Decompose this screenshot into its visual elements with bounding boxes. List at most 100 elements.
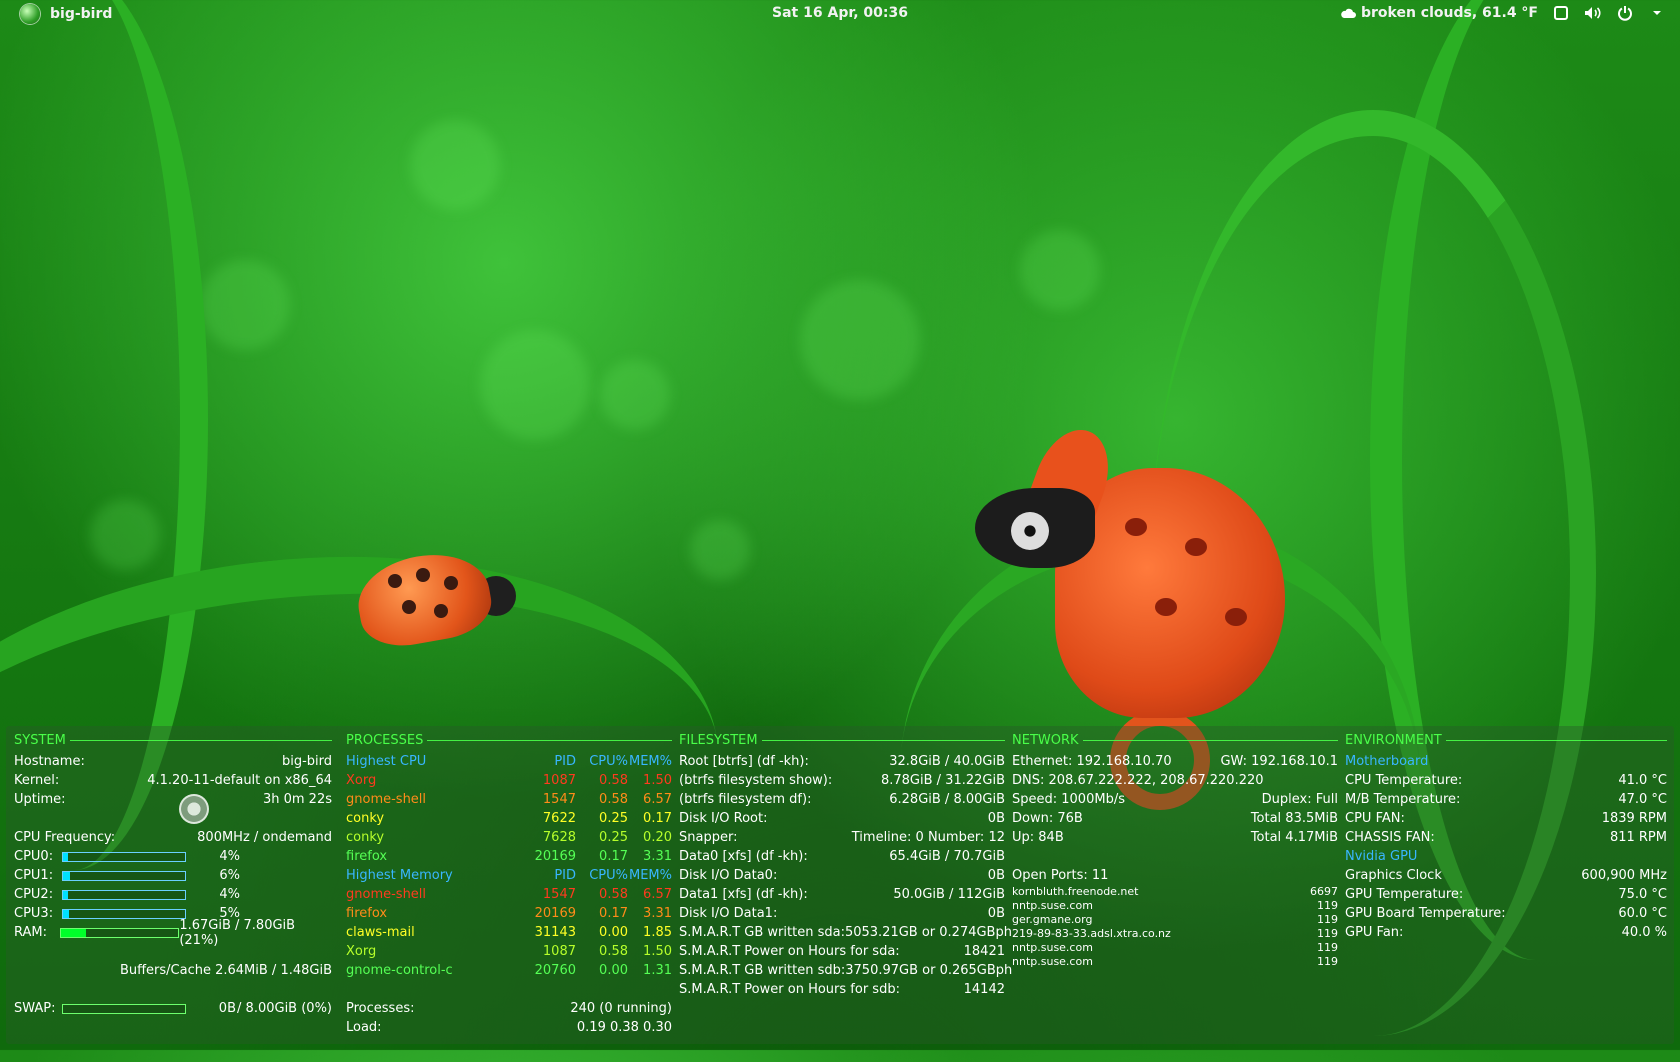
open-port-row: nntp.suse.com 119	[1012, 955, 1338, 969]
filesystem-row-label: S.M.A.R.T Power on Hours for sdb:	[679, 982, 900, 997]
cpu-bar	[62, 851, 186, 862]
filesystem-row-label: (btrfs filesystem show):	[679, 773, 833, 788]
process-name: firefox	[346, 849, 388, 864]
port-number: 119	[1317, 941, 1338, 954]
load-label: Load:	[346, 1020, 382, 1035]
process-mem: 3.31	[643, 906, 672, 921]
filesystem-row-label: S.M.A.R.T Power on Hours for sda:	[679, 944, 900, 959]
duplex: Duplex: Full	[1261, 792, 1338, 807]
gateway: GW: 192.168.10.1	[1220, 754, 1338, 769]
hostname-value: big-bird	[281, 754, 332, 769]
process-cpu: 0.25	[599, 811, 628, 826]
power-icon[interactable]	[1616, 4, 1634, 22]
process-mem: 0.17	[643, 811, 672, 826]
gpu-row-label: GPU Board Temperature:	[1345, 906, 1506, 921]
gpu-row-label: GPU Fan:	[1345, 925, 1404, 940]
filesystem-row-value: 3750.97GB or 0.265GBph	[845, 963, 1013, 978]
filesystem-row: Root [btrfs] (df -kh): 32.8GiB / 40.0GiB	[679, 752, 1005, 771]
filesystem-row-label: S.M.A.R.T GB written sda:	[679, 925, 845, 940]
clock[interactable]: Sat 16 Apr, 00:36	[772, 5, 908, 21]
process-cpu: 0.00	[599, 963, 628, 978]
ram-value: 1.67GiB / 7.80GiB (21%)	[179, 917, 296, 948]
section-title: PROCESSES	[346, 732, 424, 748]
cpu-bar	[62, 889, 186, 900]
process-row: Xorg 1087 0.58 1.50	[346, 942, 672, 961]
process-cpu: 0.58	[599, 944, 628, 959]
chevron-down-icon[interactable]	[1648, 4, 1666, 22]
swap-used: 0B	[218, 1001, 236, 1016]
section-title: FILESYSTEM	[679, 732, 758, 748]
open-port-row: nntp.suse.com 119	[1012, 899, 1338, 913]
process-cpu: 0.58	[599, 773, 628, 788]
window-icon[interactable]	[1552, 4, 1570, 22]
open-port-row: ger.gmane.org 119	[1012, 913, 1338, 927]
filesystem-row: (btrfs filesystem show): 8.78GiB / 31.22G…	[679, 771, 1005, 790]
filesystem-row-label: Snapper:	[679, 830, 738, 845]
port-host: ger.gmane.org	[1012, 913, 1093, 926]
process-mem: 1.50	[643, 773, 672, 788]
filesystem-row: Data0 [xfs] (df -kh): 65.4GiB / 70.7GiB	[679, 847, 1005, 866]
process-mem: 0.20	[643, 830, 672, 845]
process-name: claws-mail	[346, 925, 415, 940]
swap-bar	[62, 1003, 186, 1014]
gpu-row-value: 75.0 °C	[1618, 887, 1667, 902]
open-port-row: nntp.suse.com 119	[1012, 941, 1338, 955]
process-cpu: 0.17	[599, 906, 628, 921]
gpu-row-value: 40.0 %	[1621, 925, 1667, 940]
filesystem-row-value: 14142	[963, 982, 1005, 997]
port-number: 119	[1317, 913, 1338, 926]
activities-area[interactable]: big-bird	[20, 4, 112, 24]
motherboard-row-label: CPU Temperature:	[1345, 773, 1463, 788]
conky-panel: SYSTEM Hostname: big-bird Kernel: 4.1.20-1…	[6, 726, 1674, 1044]
weather-indicator[interactable]: broken clouds, 61.4 °F	[1339, 4, 1538, 22]
filesystem-row: Disk I/O Data0: 0B	[679, 866, 1005, 885]
process-row: conky 7628 0.25 0.20	[346, 828, 672, 847]
uptime-label: Uptime:	[14, 792, 66, 807]
filesystem-row-label: Data1 [xfs] (df -kh):	[679, 887, 808, 902]
gpu-row-value: 60.0 °C	[1618, 906, 1667, 921]
filesystem-row-value: 5053.21GB or 0.274GBph	[844, 925, 1012, 940]
mem-table-header: Highest Memory PID CPU% MEM%	[346, 868, 672, 883]
buffers-cache: Buffers/Cache 2.64MiB / 1.48GiB	[119, 963, 332, 978]
uptime-value: 3h 0m 22s	[262, 792, 332, 807]
process-name: gnome-shell	[346, 792, 427, 807]
process-name: gnome-control-c	[346, 963, 453, 978]
processes-section: PROCESSES Highest CPU PID CPU% MEM% Xorg…	[346, 732, 672, 1037]
ladybug-image	[351, 545, 516, 653]
cpu-frequency-value: 800MHz / ondemand	[197, 830, 332, 845]
filesystem-row-value: 6.28GiB / 8.00GiB	[889, 792, 1005, 807]
system-section: SYSTEM Hostname: big-bird Kernel: 4.1.20-1…	[14, 732, 332, 1018]
filesystem-row: Snapper: Timeline: 0 Number: 12	[679, 828, 1005, 847]
filesystem-row-value: 32.8GiB / 40.0GiB	[889, 754, 1005, 769]
motherboard-title: Motherboard	[1345, 754, 1429, 769]
filesystem-row-label: (btrfs filesystem df):	[679, 792, 812, 807]
filesystem-row-label: S.M.A.R.T GB written sdb:	[679, 963, 846, 978]
cpu1-row: CPU1: 6%	[14, 868, 240, 883]
process-name: firefox	[346, 906, 388, 921]
process-cpu: 0.25	[599, 830, 628, 845]
opensuse-logo-icon[interactable]	[20, 4, 40, 24]
process-pid: 1547	[542, 792, 576, 807]
motherboard-row-label: CPU FAN:	[1345, 811, 1405, 826]
motherboard-row-label: CHASSIS FAN:	[1345, 830, 1435, 845]
gpu-row-label: Graphics Clock	[1345, 868, 1442, 883]
filesystem-row-value: 0B	[987, 906, 1005, 921]
ram-row: RAM: 1.67GiB / 7.80GiB (21%)	[14, 918, 332, 948]
environment-section: ENVIRONMENT Motherboard CPU Temperature:…	[1345, 732, 1667, 942]
dns: DNS: 208.67.222.222, 208.67.220.220	[1012, 773, 1264, 788]
volume-icon[interactable]	[1584, 4, 1602, 22]
process-name: conky	[346, 830, 385, 845]
filesystem-row: (btrfs filesystem df): 6.28GiB / 8.00GiB	[679, 790, 1005, 809]
cpu-bar	[62, 908, 186, 919]
filesystem-row-value: 18421	[963, 944, 1005, 959]
process-pid: 20760	[534, 963, 576, 978]
process-mem: 1.31	[643, 963, 672, 978]
ram-bar	[60, 927, 180, 938]
process-cpu: 0.00	[599, 925, 628, 940]
port-host: nntp.suse.com	[1012, 941, 1093, 954]
process-name: Xorg	[346, 773, 377, 788]
topbar-hostname[interactable]: big-bird	[50, 6, 112, 22]
cpu-bar	[62, 870, 186, 881]
filesystem-row: S.M.A.R.T GB written sdb: 3750.97GB or 0.…	[679, 961, 1012, 980]
process-pid: 1547	[542, 887, 576, 902]
